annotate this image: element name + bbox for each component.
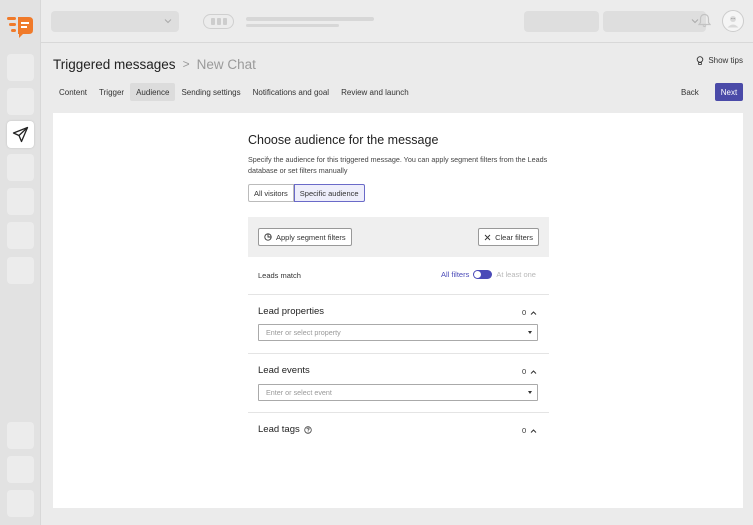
clear-filters-label: Clear filters — [495, 232, 533, 242]
project-select[interactable] — [51, 11, 179, 32]
tab-sending-settings[interactable]: Sending settings — [175, 83, 246, 101]
apply-segment-filters-button[interactable]: Apply segment filters — [258, 228, 352, 246]
top-bar — [41, 0, 753, 43]
tab-notifications-goal[interactable]: Notifications and goal — [247, 83, 336, 101]
filter-toolbar: Apply segment filters Clear filters — [248, 217, 549, 257]
page-subtitle: New Chat — [196, 56, 256, 72]
lead-tags-count[interactable]: 0 — [522, 426, 537, 435]
match-mode-toggle[interactable]: All filters At least one — [441, 270, 536, 279]
plan-indicator[interactable] — [203, 14, 234, 29]
divider — [248, 294, 549, 295]
match-all-filters-label[interactable]: All filters — [441, 270, 469, 279]
show-tips-button[interactable]: Show tips — [696, 56, 743, 65]
sidebar-item-triggered-messages[interactable] — [7, 121, 34, 148]
back-button[interactable]: Back — [681, 83, 699, 101]
tab-audience[interactable]: Audience — [130, 83, 176, 101]
lead-tags-label: Lead tags — [258, 424, 300, 435]
lead-property-select[interactable]: Enter or select property — [258, 324, 538, 341]
help-icon[interactable] — [304, 425, 312, 434]
sidebar-item-4[interactable] — [7, 154, 34, 181]
lead-event-select[interactable]: Enter or select event — [258, 384, 538, 401]
clear-filters-button[interactable]: Clear filters — [478, 228, 539, 246]
tab-content[interactable]: Content — [53, 83, 93, 101]
lead-events-label: Lead events — [258, 365, 310, 376]
lead-properties-title[interactable]: Lead properties — [258, 306, 324, 317]
lead-events-count-value: 0 — [522, 367, 527, 376]
audience-segmented-control: All visitors Specific audience — [248, 184, 548, 202]
lead-properties-count[interactable]: 0 — [522, 308, 537, 317]
lead-tags-count-value: 0 — [522, 426, 527, 435]
match-at-least-one-label[interactable]: At least one — [496, 270, 536, 279]
paper-plane-icon — [12, 126, 29, 143]
chevron-up-icon — [530, 369, 537, 374]
sidebar-item-9[interactable] — [7, 456, 34, 483]
lead-properties-label: Lead properties — [258, 306, 325, 317]
chevron-up-icon — [530, 428, 537, 433]
lead-event-placeholder: Enter or select event — [266, 388, 332, 397]
chevron-up-icon — [530, 310, 537, 315]
sidebar-item-10[interactable] — [7, 490, 34, 517]
lead-properties-count-value: 0 — [522, 308, 527, 317]
show-tips-label: Show tips — [708, 56, 743, 65]
bell-icon[interactable] — [697, 13, 712, 33]
leads-match-label: Leads match — [258, 271, 301, 280]
specific-audience-option[interactable]: Specific audience — [293, 184, 365, 202]
lead-property-placeholder: Enter or select property — [266, 328, 341, 337]
all-visitors-option[interactable]: All visitors — [248, 184, 294, 202]
audience-heading: Choose audience for the message — [248, 133, 439, 147]
lead-events-count[interactable]: 0 — [522, 367, 537, 376]
dropdown-arrow-icon — [528, 331, 532, 334]
topbar-dropdown[interactable] — [603, 11, 706, 32]
sidebar-item-1[interactable] — [7, 54, 34, 81]
sidebar-item-8[interactable] — [7, 422, 34, 449]
lightbulb-icon — [697, 56, 704, 65]
topbar-button[interactable] — [524, 11, 599, 32]
avatar[interactable] — [722, 10, 744, 32]
progress-placeholder-secondary — [246, 24, 339, 27]
audience-intro: Choose audience for the message Specify … — [248, 133, 548, 202]
divider — [248, 353, 549, 354]
dropdown-arrow-icon — [528, 391, 532, 394]
chevron-down-icon — [164, 19, 172, 24]
breadcrumb-separator: > — [182, 57, 190, 71]
audience-panel: Choose audience for the message Specify … — [53, 113, 743, 508]
match-mode-switch[interactable] — [473, 270, 493, 279]
app-logo-icon[interactable] — [7, 14, 35, 40]
lead-tags-title[interactable]: Lead tags — [258, 424, 312, 435]
next-button[interactable]: Next — [715, 83, 743, 101]
apply-segment-filters-label: Apply segment filters — [276, 232, 346, 242]
breadcrumb: Triggered messages > New Chat — [53, 55, 256, 73]
sidebar-item-6[interactable] — [7, 222, 34, 249]
progress-placeholder — [246, 17, 374, 21]
page-title[interactable]: Triggered messages — [53, 57, 176, 72]
user-avatar-icon — [727, 16, 739, 28]
tab-review-launch[interactable]: Review and launch — [335, 83, 415, 101]
divider — [248, 412, 549, 413]
pie-chart-icon — [264, 233, 272, 241]
sidebar-item-5[interactable] — [7, 188, 34, 215]
lead-events-title[interactable]: Lead events — [258, 365, 310, 376]
step-tabs: Content Trigger Audience Sending setting… — [53, 83, 415, 101]
sidebar — [0, 0, 41, 525]
close-icon — [484, 234, 491, 240]
tab-trigger[interactable]: Trigger — [93, 83, 130, 101]
audience-description: Specify the audience for this triggered … — [248, 155, 548, 175]
sidebar-item-7[interactable] — [7, 257, 34, 284]
sidebar-item-2[interactable] — [7, 88, 34, 115]
